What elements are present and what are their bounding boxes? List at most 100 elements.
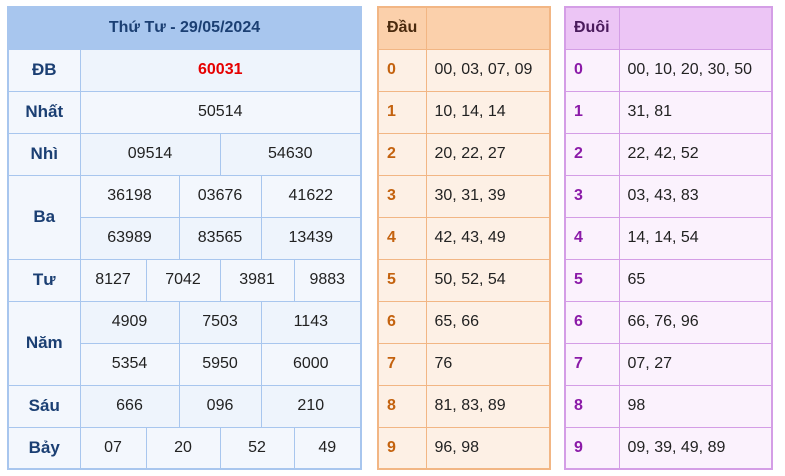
prize-value: 13439 bbox=[260, 216, 362, 260]
prize-row-ba: Ba 36198 03676 41622 bbox=[7, 174, 362, 260]
duoi-values: 31, 81 bbox=[618, 90, 773, 134]
prize-label: Ba bbox=[7, 174, 81, 260]
duoi-key: 4 bbox=[564, 216, 620, 260]
duoi-values: 22, 42, 52 bbox=[618, 132, 773, 176]
duoi-row: 2 22, 42, 52 bbox=[564, 132, 773, 176]
prize-value: 54630 bbox=[219, 132, 362, 176]
duoi-key: 1 bbox=[564, 90, 620, 134]
dau-header-empty bbox=[425, 6, 551, 50]
prize-row-nhat: Nhất 50514 bbox=[7, 90, 362, 134]
prize-label: Sáu bbox=[7, 384, 81, 428]
duoi-values: 14, 14, 54 bbox=[618, 216, 773, 260]
dau-values: 42, 43, 49 bbox=[425, 216, 551, 260]
dau-values: 30, 31, 39 bbox=[425, 174, 551, 218]
prize-value: 07 bbox=[79, 426, 147, 470]
dau-values: 00, 03, 07, 09 bbox=[425, 48, 551, 92]
prize-value: 666 bbox=[79, 384, 180, 428]
prize-value: 7042 bbox=[145, 258, 221, 302]
prize-row-sau: Sáu 666 096 210 bbox=[7, 384, 362, 428]
dau-header: Đầu bbox=[377, 6, 427, 50]
duoi-values: 03, 43, 83 bbox=[618, 174, 773, 218]
dau-key: 9 bbox=[377, 426, 427, 470]
prize-value: 09514 bbox=[79, 132, 221, 176]
dau-key: 1 bbox=[377, 90, 427, 134]
prize-label: Tư bbox=[7, 258, 81, 302]
duoi-header-empty bbox=[618, 6, 773, 50]
duoi-row: 7 07, 27 bbox=[564, 342, 773, 386]
dau-row: 3 30, 31, 39 bbox=[377, 174, 551, 218]
prize-row-nam: Năm 4909 7503 1143 bbox=[7, 300, 362, 386]
duoi-key: 8 bbox=[564, 384, 620, 428]
dau-row: 5 50, 52, 54 bbox=[377, 258, 551, 302]
dau-key: 0 bbox=[377, 48, 427, 92]
results-table: Thứ Tư - 29/05/2024 ĐB 60031 Nhất 50514 … bbox=[7, 6, 362, 470]
special-prize-value: 60031 bbox=[79, 48, 362, 92]
prize-value: 3981 bbox=[219, 258, 295, 302]
prize-value: 9883 bbox=[293, 258, 362, 302]
dau-values: 76 bbox=[425, 342, 551, 386]
prize-value: 5950 bbox=[178, 342, 262, 386]
dau-header-row: Đầu bbox=[377, 6, 551, 50]
prize-value: 210 bbox=[260, 384, 362, 428]
prize-row-bay: Bảy 07 20 52 49 bbox=[7, 426, 362, 470]
prize-value: 6000 bbox=[260, 342, 362, 386]
dau-key: 2 bbox=[377, 132, 427, 176]
duoi-header: Đuôi bbox=[564, 6, 620, 50]
duoi-row: 5 65 bbox=[564, 258, 773, 302]
dau-row: 8 81, 83, 89 bbox=[377, 384, 551, 428]
prize-value: 1143 bbox=[260, 300, 362, 344]
dau-row: 0 00, 03, 07, 09 bbox=[377, 48, 551, 92]
prize-value: 5354 bbox=[79, 342, 180, 386]
prize-value: 52 bbox=[219, 426, 295, 470]
dau-values: 81, 83, 89 bbox=[425, 384, 551, 428]
duoi-row: 1 31, 81 bbox=[564, 90, 773, 134]
dau-key: 6 bbox=[377, 300, 427, 344]
prize-row-tu: Tư 8127 7042 3981 9883 bbox=[7, 258, 362, 302]
duoi-row: 6 66, 76, 96 bbox=[564, 300, 773, 344]
dau-key: 7 bbox=[377, 342, 427, 386]
duoi-key: 3 bbox=[564, 174, 620, 218]
duoi-row: 8 98 bbox=[564, 384, 773, 428]
prize-value: 20 bbox=[145, 426, 221, 470]
prize-label: ĐB bbox=[7, 48, 81, 92]
dau-row: 4 42, 43, 49 bbox=[377, 216, 551, 260]
prize-value: 63989 bbox=[79, 216, 180, 260]
prize-value: 03676 bbox=[178, 174, 262, 218]
dau-row: 9 96, 98 bbox=[377, 426, 551, 470]
duoi-key: 0 bbox=[564, 48, 620, 92]
dau-key: 3 bbox=[377, 174, 427, 218]
duoi-table: Đuôi 0 00, 10, 20, 30, 50 1 31, 81 2 22, 42… bbox=[564, 6, 773, 470]
results-header-row: Thứ Tư - 29/05/2024 bbox=[7, 6, 362, 50]
prize-value: 49 bbox=[293, 426, 362, 470]
dau-values: 50, 52, 54 bbox=[425, 258, 551, 302]
prize-value: 7503 bbox=[178, 300, 262, 344]
prize-label: Bảy bbox=[7, 426, 81, 470]
duoi-values: 66, 76, 96 bbox=[618, 300, 773, 344]
prize-row-db: ĐB 60031 bbox=[7, 48, 362, 92]
dau-key: 8 bbox=[377, 384, 427, 428]
duoi-key: 6 bbox=[564, 300, 620, 344]
dau-values: 96, 98 bbox=[425, 426, 551, 470]
duoi-values: 65 bbox=[618, 258, 773, 302]
prize-label: Nhất bbox=[7, 90, 81, 134]
prize-row-nhi: Nhì 09514 54630 bbox=[7, 132, 362, 176]
duoi-header-row: Đuôi bbox=[564, 6, 773, 50]
prize-value: 41622 bbox=[260, 174, 362, 218]
dau-row: 1 10, 14, 14 bbox=[377, 90, 551, 134]
prize-value: 50514 bbox=[79, 90, 362, 134]
prize-value: 8127 bbox=[79, 258, 147, 302]
duoi-values: 07, 27 bbox=[618, 342, 773, 386]
prize-label: Năm bbox=[7, 300, 81, 386]
dau-key: 4 bbox=[377, 216, 427, 260]
dau-values: 10, 14, 14 bbox=[425, 90, 551, 134]
dau-key: 5 bbox=[377, 258, 427, 302]
dau-values: 65, 66 bbox=[425, 300, 551, 344]
duoi-values: 00, 10, 20, 30, 50 bbox=[618, 48, 773, 92]
dau-row: 6 65, 66 bbox=[377, 300, 551, 344]
duoi-values: 98 bbox=[618, 384, 773, 428]
dau-values: 20, 22, 27 bbox=[425, 132, 551, 176]
duoi-values: 09, 39, 49, 89 bbox=[618, 426, 773, 470]
prize-label: Nhì bbox=[7, 132, 81, 176]
duoi-row: 0 00, 10, 20, 30, 50 bbox=[564, 48, 773, 92]
prize-value: 83565 bbox=[178, 216, 262, 260]
